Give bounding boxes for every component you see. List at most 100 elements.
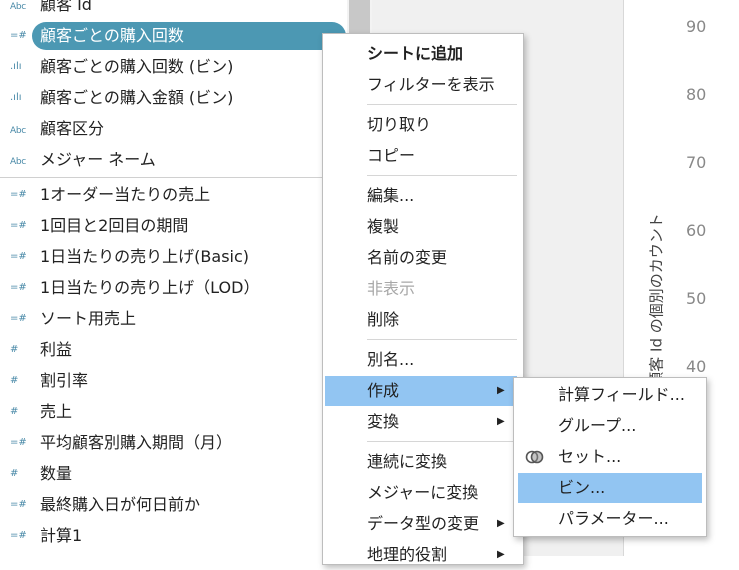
calculated-measure-icon: =# — [10, 30, 27, 41]
menu-item-label: 地理的役割 — [367, 545, 448, 564]
calculated-measure-icon: =# — [10, 251, 27, 262]
field-label: 最終購入日が何日前か — [40, 495, 201, 514]
submenu-arrow-icon: ▶ — [497, 549, 505, 560]
menu-item-hide: 非表示 — [323, 274, 523, 304]
field-item-selected[interactable]: =# 顧客ごとの購入回数 — [0, 21, 347, 52]
field-item[interactable]: .ılı 顧客ごとの購入回数 (ビン) — [0, 52, 347, 83]
measure-icon: # — [10, 375, 19, 386]
menu-item-change-data-type[interactable]: データ型の変更 ▶ — [323, 509, 523, 539]
field-item[interactable]: =# 計算1 — [0, 521, 347, 552]
field-label: 1日当たりの売り上げ（LOD） — [40, 278, 260, 297]
menu-item-duplicate[interactable]: 複製 — [323, 212, 523, 242]
menu-item-label: 名前の変更 — [367, 248, 448, 267]
field-item[interactable]: =# 1日当たりの売り上げ（LOD） — [0, 273, 347, 304]
menu-item-show-filter[interactable]: フィルターを表示 — [323, 70, 523, 100]
menu-item-label: 別名... — [367, 350, 415, 369]
y-axis-tick: 60 — [686, 221, 707, 240]
string-type-icon: Abc — [10, 126, 26, 136]
create-submenu: 計算フィールド... グループ... セット... ビン... パラメーター..… — [513, 377, 707, 537]
field-item[interactable]: =# 1回目と2回目の期間 — [0, 211, 347, 242]
menu-item-label: パラメーター... — [558, 509, 669, 528]
field-item[interactable]: =# 1オーダー当たりの売上 — [0, 180, 347, 211]
field-item[interactable]: # 割引率 — [0, 366, 347, 397]
menu-item-convert-continuous[interactable]: 連続に変換 — [323, 447, 523, 477]
field-label: ソート用売上 — [40, 309, 137, 328]
menu-item-label: 複製 — [367, 217, 400, 236]
measure-icon: # — [10, 344, 19, 355]
menu-item-add-to-sheet[interactable]: シートに追加 — [323, 39, 523, 69]
menu-item-copy[interactable]: コピー — [323, 141, 523, 171]
menu-item-cut[interactable]: 切り取り — [323, 110, 523, 140]
field-label: 顧客 Id — [40, 0, 92, 14]
menu-item-label: コピー — [367, 146, 416, 165]
measure-icon: # — [10, 468, 19, 479]
y-axis-title[interactable]: 顧客 Id の個別のカウント — [646, 213, 667, 386]
menu-separator — [367, 339, 517, 340]
field-item[interactable]: # 利益 — [0, 335, 347, 366]
field-item[interactable]: =# 最終購入日が何日前か — [0, 490, 347, 521]
field-label: 利益 — [40, 340, 73, 359]
field-label: 計算1 — [40, 526, 83, 545]
menu-item-label: 変換 — [367, 412, 400, 431]
field-item[interactable]: .ılı 顧客ごとの購入金額 (ビン) — [0, 83, 347, 114]
field-item[interactable]: Abc 顧客 Id — [0, 0, 347, 21]
field-label: 顧客ごとの購入金額 (ビン) — [40, 88, 234, 107]
field-label: 1オーダー当たりの売上 — [40, 185, 211, 204]
calculated-measure-icon: =# — [10, 437, 27, 448]
field-label: 数量 — [40, 464, 73, 483]
field-item[interactable]: =# ソート用売上 — [0, 304, 347, 335]
field-item[interactable]: # 数量 — [0, 459, 347, 490]
submenu-item-calculated-field[interactable]: 計算フィールド... — [514, 380, 706, 410]
submenu-item-set[interactable]: セット... — [514, 442, 706, 472]
menu-item-label: メジャーに変換 — [367, 483, 479, 502]
field-label: 売上 — [40, 402, 73, 421]
bin-icon: .ılı — [10, 92, 22, 103]
field-label: 顧客ごとの購入回数 — [40, 26, 184, 45]
submenu-item-group[interactable]: グループ... — [514, 411, 706, 441]
menu-item-convert-measure[interactable]: メジャーに変換 — [323, 478, 523, 508]
menu-item-label: 計算フィールド... — [558, 385, 685, 404]
y-axis-tick: 70 — [686, 153, 707, 172]
menu-item-label: グループ... — [558, 416, 637, 435]
menu-item-edit[interactable]: 編集... — [323, 181, 523, 211]
menu-item-create[interactable]: 作成 ▶ — [325, 376, 517, 406]
field-label: 割引率 — [40, 371, 89, 390]
field-item[interactable]: Abc 顧客区分 — [0, 114, 347, 145]
field-label: 1日当たりの売り上げ(Basic) — [40, 247, 250, 266]
submenu-arrow-icon: ▶ — [497, 518, 505, 529]
menu-item-label: 編集... — [367, 186, 415, 205]
field-label: メジャー ネーム — [40, 150, 156, 169]
menu-item-label: 切り取り — [367, 115, 432, 134]
y-axis-tick: 40 — [686, 357, 707, 376]
field-item[interactable]: Abc メジャー ネーム — [0, 145, 347, 176]
menu-separator — [367, 441, 517, 442]
bin-icon: .ılı — [10, 61, 22, 72]
menu-item-geographic-role[interactable]: 地理的役割 ▶ — [323, 540, 523, 570]
set-icon — [525, 450, 544, 464]
field-label: 顧客区分 — [40, 119, 105, 138]
submenu-item-bins[interactable]: ビン... — [518, 473, 702, 503]
y-axis-tick: 90 — [686, 17, 707, 36]
field-item[interactable]: =# 平均顧客別購入期間（月） — [0, 428, 347, 459]
calculated-measure-icon: =# — [10, 313, 27, 324]
field-item[interactable]: =# 1日当たりの売り上げ(Basic) — [0, 242, 347, 273]
menu-item-delete[interactable]: 削除 — [323, 305, 523, 335]
menu-item-label: データ型の変更 — [367, 514, 480, 533]
menu-item-label: ビン... — [558, 478, 606, 497]
submenu-arrow-icon: ▶ — [497, 385, 505, 396]
menu-separator — [367, 175, 517, 176]
y-axis-tick: 50 — [686, 289, 707, 308]
calculated-measure-icon: =# — [10, 499, 27, 510]
field-item[interactable]: # 売上 — [0, 397, 347, 428]
menu-item-aliases[interactable]: 別名... — [323, 345, 523, 375]
menu-item-label: セット... — [558, 447, 622, 466]
submenu-item-parameter[interactable]: パラメーター... — [514, 504, 706, 534]
calculated-measure-icon: =# — [10, 189, 27, 200]
field-label: 1回目と2回目の期間 — [40, 216, 189, 235]
measure-icon: # — [10, 406, 19, 417]
menu-item-transform[interactable]: 変換 ▶ — [323, 407, 523, 437]
menu-item-rename[interactable]: 名前の変更 — [323, 243, 523, 273]
menu-item-label: フィルターを表示 — [367, 75, 495, 94]
submenu-arrow-icon: ▶ — [497, 416, 505, 427]
menu-item-label: 作成 — [367, 381, 400, 400]
